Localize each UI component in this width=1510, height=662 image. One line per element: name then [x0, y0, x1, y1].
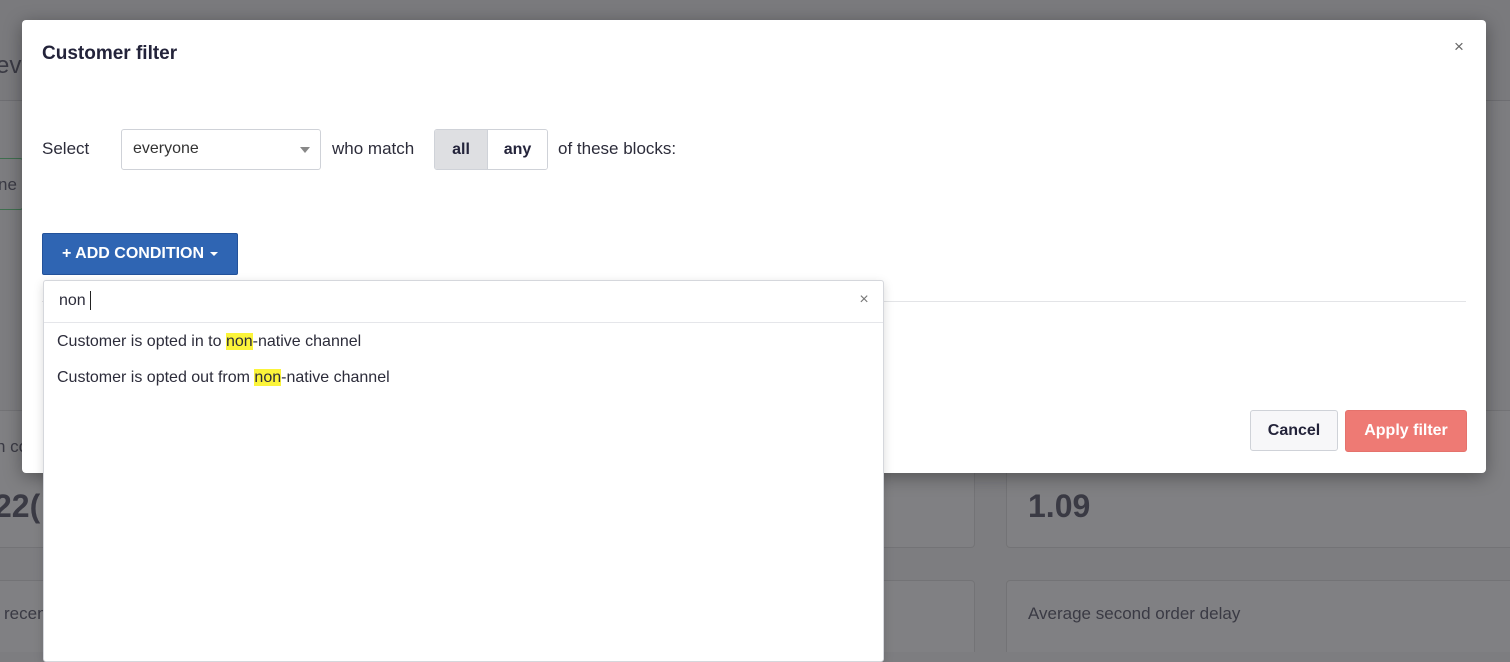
- background-card-value: 1.09: [1028, 488, 1091, 524]
- audience-select[interactable]: everyone: [121, 129, 321, 170]
- condition-option[interactable]: Customer is opted in to non-native chann…: [44, 324, 883, 360]
- background-card-value: 22(: [0, 488, 41, 524]
- apply-filter-button[interactable]: Apply filter: [1345, 410, 1467, 452]
- condition-search: ×: [44, 281, 883, 323]
- blocks-label: of these blocks:: [558, 139, 677, 158]
- background-card-label: recen: [4, 604, 47, 623]
- match-toggle: all any: [434, 129, 548, 170]
- condition-search-input[interactable]: [59, 289, 839, 313]
- background-chip-label: ne: [0, 175, 17, 194]
- match-all-button[interactable]: all: [435, 130, 488, 169]
- condition-dropdown: × Customer is opted in to non-native cha…: [43, 280, 884, 662]
- add-condition-label: + ADD CONDITION: [61, 245, 205, 262]
- caret-down-icon: [210, 251, 219, 256]
- condition-option[interactable]: Customer is opted out from non-native ch…: [44, 360, 883, 396]
- dialog-title: Customer filter: [42, 43, 178, 64]
- audience-select-value: everyone: [133, 140, 199, 157]
- option-text: -native channel: [281, 369, 390, 386]
- caret-down-icon: [300, 147, 310, 153]
- background-heading: ev: [0, 52, 22, 79]
- condition-results: Customer is opted in to non-native chann…: [44, 324, 883, 396]
- background-card-label: Average second order delay: [1028, 604, 1241, 623]
- match-any-button[interactable]: any: [488, 130, 547, 169]
- cancel-button[interactable]: Cancel: [1250, 410, 1338, 451]
- select-label: Select: [42, 139, 90, 158]
- option-text: Customer is opted out from: [57, 369, 255, 386]
- match-highlight: non: [225, 333, 253, 350]
- option-text: Customer is opted in to: [57, 333, 226, 350]
- option-text: -native channel: [252, 333, 362, 350]
- text-cursor: [90, 291, 91, 310]
- add-condition-button[interactable]: + ADD CONDITION: [42, 233, 238, 275]
- close-icon[interactable]: ×: [1450, 38, 1468, 56]
- match-highlight: non: [254, 369, 282, 386]
- match-label: who match: [332, 139, 415, 158]
- clear-icon[interactable]: ×: [854, 290, 874, 310]
